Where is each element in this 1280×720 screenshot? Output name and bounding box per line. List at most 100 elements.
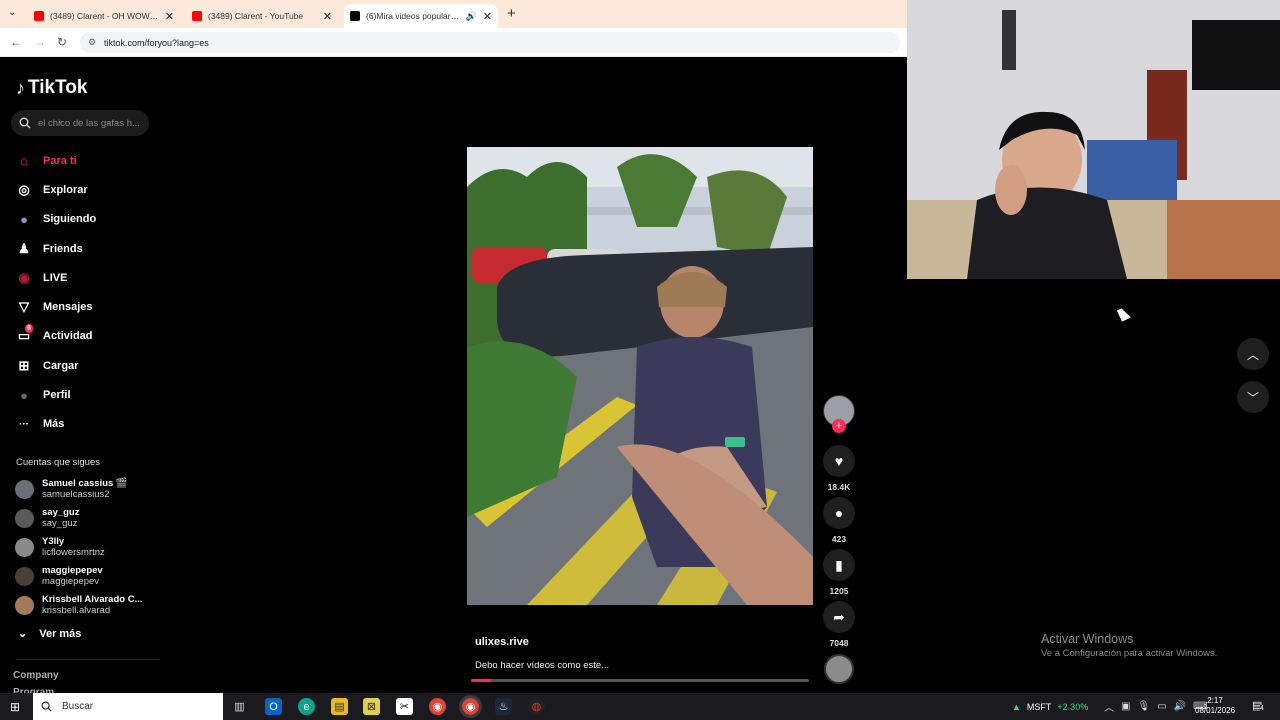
taskbar-search-input[interactable]: Buscar [33,693,223,720]
account-name: Samuel cassius 🎬 [42,478,128,489]
obs-icon[interactable]: ◍ [528,698,545,715]
volume-icon[interactable]: 🔊 [1174,701,1186,712]
search-icon [19,117,31,129]
previous-video-button[interactable]: ︿ [1237,338,1269,370]
browser-tab-3[interactable]: (6)Mira videos populares s 🔊 ✕ [344,4,498,28]
account-name: Y3lly [42,536,65,547]
browser-tab-2[interactable]: (3489) Clarent - YouTube ✕ [186,4,338,28]
company-link[interactable]: Company [13,670,59,681]
tab-audio-icon[interactable]: 🔊 [466,11,477,22]
menu-label: Siguiendo [43,213,97,226]
live-icon: ◉ [18,269,30,285]
like-button[interactable]: ♥ 18.4K [822,445,856,492]
profile-avatar-icon: ● [20,387,28,403]
steam-icon[interactable]: ♨ [495,698,512,715]
chrome-icon[interactable]: ◉ [429,698,446,715]
tiktok-logo[interactable]: ♪ TikTok [16,77,87,99]
menu-label: Explorar [43,183,88,196]
sidebar-item-actividad[interactable]: ▭ 6 Actividad [16,322,96,351]
mouse-cursor-icon [1116,306,1132,322]
account-name: Krissbell Alvarado C... [42,594,143,605]
webcam-overlay [907,0,1280,279]
close-tab-icon[interactable]: ✕ [483,10,492,23]
account-handle: licflowersmrtnz [42,547,105,558]
upload-icon: ⊞ [18,357,30,373]
share-icon: ➦ [823,601,855,633]
menu-label: Friends [43,242,83,255]
chrome-profile-icon[interactable]: ◉ [459,695,482,718]
sidebar-item-para-ti[interactable]: ⌂ Para ti [16,146,96,175]
sidebar-item-cargar[interactable]: ⊞ Cargar [16,351,96,380]
url-text: tiktok.com/foryou?lang=es [104,37,209,48]
file-explorer-icon[interactable]: ▤ [331,698,348,715]
network-icon[interactable]: ▭ [1157,701,1166,712]
stock-widget[interactable]: ▲ MSFT +2.30% [1012,693,1088,720]
clock-date: 08/01/2026 [1195,706,1236,715]
follow-plus-icon[interactable]: + [832,419,846,433]
account-item[interactable]: Krissbell Alvarado C... krissbell.alvarad [15,594,143,616]
video-frame-image [467,147,813,605]
microphone-icon[interactable]: 🎙 [1137,701,1150,712]
video-author[interactable]: ulixes.rive [475,636,529,648]
menu-label: Mensajes [43,301,93,314]
account-item[interactable]: Y3lly licflowersmrtnz [15,536,105,558]
following-section-title: Cuentas que sigues [16,457,100,468]
site-info-icon[interactable]: ⚙ [88,37,96,48]
see-more-button[interactable]: ⌄ Ver más [18,627,81,641]
music-disc-icon[interactable] [824,654,854,684]
sidebar-item-mas[interactable]: ··· Más [16,410,96,439]
account-item[interactable]: Samuel cassius 🎬 samuelcassius2 [15,478,128,500]
url-field[interactable]: ⚙ tiktok.com/foryou?lang=es [80,32,900,53]
youtube-icon [192,11,202,21]
browser-tab-1[interactable]: (3489) Clarent - OH WOW (Vid ✕ [28,4,180,28]
forward-arrow-icon[interactable]: → [34,35,46,49]
chevron-down-icon: ⌄ [18,628,28,640]
tab-title: (3489) Clarent - YouTube [208,11,304,21]
account-item[interactable]: maggiepepev maggiepepev [15,565,103,587]
save-button[interactable]: ▮ 1205 [822,549,856,596]
notifications-icon[interactable]: ▤ 4 [1252,699,1264,712]
activity-badge: 6 [25,324,33,334]
next-video-button[interactable]: ﹀ [1237,381,1269,413]
system-tray: ︿ ▣ 🎙 ▭ 🔊 ⌨ [1104,693,1208,720]
search-input[interactable]: el chico de las gafas h... [11,110,149,136]
avatar [15,595,34,615]
sidebar-item-mensajes[interactable]: ▽ Mensajes [16,292,96,321]
tray-chevron-up-icon[interactable]: ︿ [1104,699,1114,714]
sidebar-item-explorar[interactable]: ◎ Explorar [16,175,96,204]
avatar [15,537,34,557]
comment-button[interactable]: ● 423 [822,497,856,544]
comment-count: 423 [831,534,847,544]
sidebar-item-friends[interactable]: ♟ Friends [16,234,96,263]
reload-icon[interactable]: ↻ [57,35,67,49]
sidebar-item-perfil[interactable]: ● Perfil [16,380,96,409]
clock-time: 2:17 [1207,696,1223,705]
close-tab-icon[interactable]: ✕ [165,10,174,23]
sidebar-item-live[interactable]: ◉ LIVE [16,263,96,292]
creator-avatar-button[interactable]: + [822,395,856,433]
capcut-icon[interactable]: ✂ [396,698,413,715]
video-progress-bar[interactable] [471,679,809,682]
sidebar-item-siguiendo[interactable]: ● Siguiendo [16,205,96,234]
share-button[interactable]: ➦ 7048 [822,601,856,648]
send-icon: ▽ [19,299,29,315]
windows-start-icon[interactable]: ⊞ [10,700,20,714]
system-clock[interactable]: 2:17 08/01/2026 [1195,696,1235,716]
menu-label: Para ti [43,154,77,167]
tray-app-icon[interactable]: ▣ [1121,701,1130,712]
outlook-icon[interactable]: O [265,698,282,715]
like-count: 18.4K [827,482,851,492]
new-tab-button[interactable]: + [507,5,516,22]
video-player[interactable] [467,147,813,605]
tab-title: (3489) Clarent - OH WOW (Vid [50,11,159,21]
menu-label: Actividad [43,330,93,343]
store-icon[interactable]: ⊠ [363,698,380,715]
account-item[interactable]: say_guz say_guz [15,507,80,529]
chevron-down-icon: ﹀ [1246,390,1259,405]
back-arrow-icon[interactable]: ← [10,35,22,49]
task-view-icon[interactable]: ▥ [231,698,248,715]
edge-icon[interactable]: e [298,698,315,715]
close-tab-icon[interactable]: ✕ [323,10,332,23]
tab-list-chevron-icon[interactable]: ⌄ [8,7,16,18]
save-count: 1205 [829,586,849,596]
